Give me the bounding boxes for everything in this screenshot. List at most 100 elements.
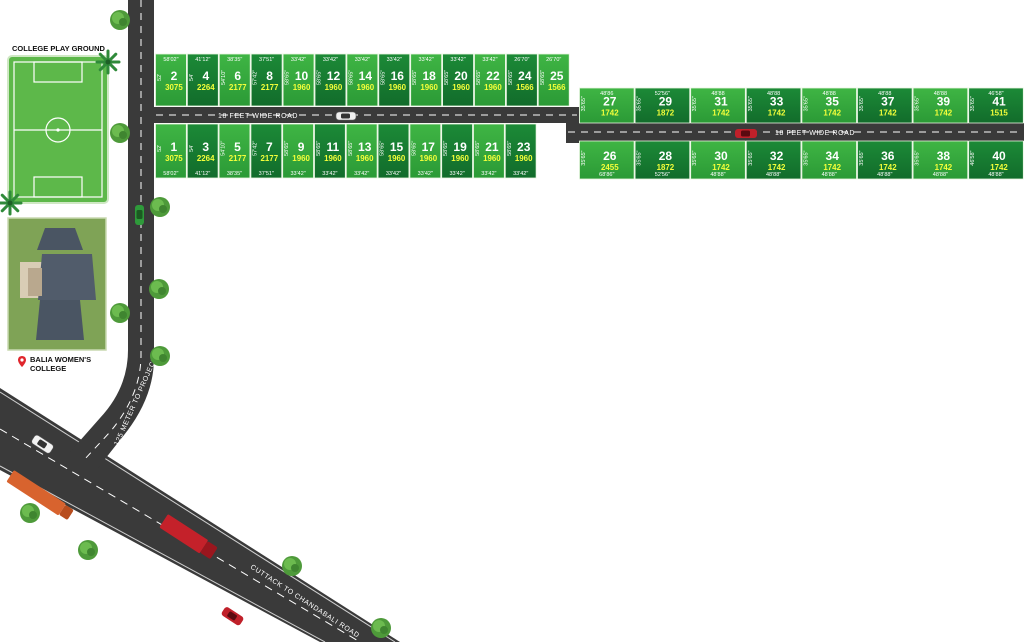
plot-area: 1742 <box>935 109 953 118</box>
plot-number: 32 <box>770 149 784 163</box>
plot-row-lower-right: 26245568'86"35'65" 28187252'56"35'65" 3017… <box>579 140 1024 180</box>
plot-number: 26 <box>603 149 617 163</box>
plot-depth: 35'65" <box>748 150 754 165</box>
plot-32[interactable]: 32174248'88" 35'65" <box>745 140 802 180</box>
plot-number: 36 <box>881 149 895 163</box>
plot-frontage: 52'56" <box>655 172 670 178</box>
plot-27[interactable]: 27174248'8635'65" <box>579 87 635 124</box>
plot-depth: 58'65" <box>348 70 354 85</box>
plot-8[interactable]: 82177 37'51" 57'42" <box>250 53 283 107</box>
plot-number: 15 <box>390 140 404 154</box>
plot-22[interactable]: 221960 33'42" 58'65" <box>474 53 506 107</box>
plot-frontage: 33'42" <box>323 57 338 63</box>
plot-frontage: 33'42" <box>513 171 528 177</box>
plot-29[interactable]: 29187252'56"35'65" <box>634 87 691 124</box>
plot-frontage: 48'88" <box>710 172 725 178</box>
plot-25[interactable]: 251566 26'70" 58'65" <box>537 53 570 107</box>
car-icon <box>135 205 144 225</box>
plot-number: 16 <box>391 69 405 83</box>
plot-depth: 58'65" <box>443 141 449 156</box>
tree-icon <box>78 540 98 560</box>
plot-13[interactable]: 131960 33'42" 58'65" <box>345 123 378 179</box>
plot-area: 1960 <box>388 83 406 92</box>
plot-4[interactable]: 42264 41'12" 54' <box>186 53 219 107</box>
plot-frontage: 33'42" <box>291 57 306 63</box>
plot-frontage: 68'86" <box>599 172 614 178</box>
plot-20[interactable]: 201960 33'42" 58'65" <box>442 53 474 107</box>
plot-3[interactable]: 32264 41'12" 54' <box>186 123 219 179</box>
plot-9[interactable]: 91960 33'42" 58'65" <box>282 123 314 179</box>
plot-10[interactable]: 101960 33'42" 58'65" <box>282 53 315 107</box>
plot-number: 22 <box>486 69 500 83</box>
plot-area: 1742 <box>712 109 730 118</box>
plot-16[interactable]: 161960 33'42" 58'65" <box>378 53 411 107</box>
plot-depth: 54'10" <box>221 141 227 156</box>
plot-frontage: 37'51" <box>259 57 274 63</box>
plot-21[interactable]: 211960 33'42" 58'65" <box>473 123 505 179</box>
plot-7[interactable]: 72177 37'51" 57'42" <box>250 123 283 179</box>
plot-depth: 58'65" <box>507 141 513 156</box>
plot-depth: 58'65" <box>476 70 482 85</box>
plot-area: 1742 <box>823 109 841 118</box>
plot-1[interactable]: 13075 58'02" 52' <box>155 123 187 179</box>
plot-depth: 58'65" <box>285 70 291 85</box>
plot-17[interactable]: 171960 33'42" 58'65" <box>409 123 442 179</box>
plot-number: 38 <box>937 149 951 163</box>
plot-31[interactable]: 31174248'8835'65" <box>690 87 746 124</box>
road-label-upper: 18 FEET WIDE ROAD <box>218 113 298 120</box>
tree-icon <box>110 10 130 30</box>
plot-28[interactable]: 28187252'56" 35'65" <box>634 140 691 180</box>
plot-area: 1960 <box>325 83 343 92</box>
plot-15[interactable]: 151960 33'42" 58'65" <box>377 123 410 179</box>
plot-number: 4 <box>203 69 210 83</box>
plot-6[interactable]: 62177 38'35" 54'10" <box>218 53 251 107</box>
plot-area: 2177 <box>261 83 279 92</box>
college-building <box>7 217 107 351</box>
plot-area: 2264 <box>197 154 215 163</box>
plot-frontage: 33'42" <box>290 171 305 177</box>
plot-depth: 54' <box>189 74 195 81</box>
plot-depth: 35'65" <box>692 150 698 165</box>
plot-18[interactable]: 181960 33'42" 58'65" <box>410 53 443 107</box>
plot-2[interactable]: 23075 58'02" 52' <box>155 53 187 107</box>
plot-37[interactable]: 37174248'8835'65" <box>857 87 913 124</box>
plot-30[interactable]: 30174248'88" 35'65" <box>690 140 746 180</box>
plot-frontage: 37'51" <box>259 171 274 177</box>
plot-depth: 35'65" <box>748 96 754 111</box>
plot-depth: 58'65" <box>316 141 322 156</box>
plot-26[interactable]: 26245568'86" 35'65" <box>579 140 635 180</box>
plot-36[interactable]: 36174248'88" 35'65" <box>857 140 913 180</box>
plot-24[interactable]: 241566 26'70" 58'65" <box>505 53 538 107</box>
plot-number: 3 <box>202 140 209 154</box>
plot-23[interactable]: 231960 33'42" 58'65" <box>504 123 537 179</box>
plot-frontage: 33'42" <box>387 57 402 63</box>
plot-number: 24 <box>518 69 532 83</box>
plot-frontage: 58'02" <box>163 57 178 63</box>
plot-area: 1960 <box>324 154 342 163</box>
plot-frontage: 33'42" <box>354 171 369 177</box>
plot-frontage: 41'12" <box>195 171 210 177</box>
plot-35[interactable]: 35174248'8835'65" <box>801 87 857 124</box>
plot-34[interactable]: 34174248'88" 35'65" <box>801 140 857 180</box>
plot-11[interactable]: 111960 33'42" 58'65" <box>314 123 346 179</box>
plot-depth: 58'65" <box>380 141 386 156</box>
plot-19[interactable]: 191960 33'42" 58'65" <box>441 123 473 179</box>
plot-38[interactable]: 38174248'88" 35'65" <box>912 140 969 180</box>
plot-frontage: 48'88 <box>878 91 891 97</box>
tree-icon <box>150 346 170 366</box>
plot-number: 5 <box>234 140 241 154</box>
plot-12[interactable]: 121960 33'42" 58'65" <box>314 53 347 107</box>
plot-number: 34 <box>826 149 840 163</box>
plot-39[interactable]: 39174248'8835'65" <box>912 87 969 124</box>
plot-14[interactable]: 141960 33'42" 58'65" <box>346 53 379 107</box>
plot-frontage: 46'58" <box>988 91 1003 97</box>
plot-frontage: 38'35" <box>227 171 242 177</box>
plot-5[interactable]: 52177 38'35" 54'10" <box>218 123 251 179</box>
plot-41[interactable]: 41151546'58"35'65" <box>968 87 1024 124</box>
plot-33[interactable]: 33174248'8835'65" <box>745 87 802 124</box>
plot-depth: 54'10" <box>221 70 227 85</box>
plot-area: 1742 <box>935 163 953 172</box>
plot-40[interactable]: 40174248'88" 46'58" <box>968 140 1024 180</box>
tree-icon <box>110 303 130 323</box>
tree-icon <box>110 123 130 143</box>
